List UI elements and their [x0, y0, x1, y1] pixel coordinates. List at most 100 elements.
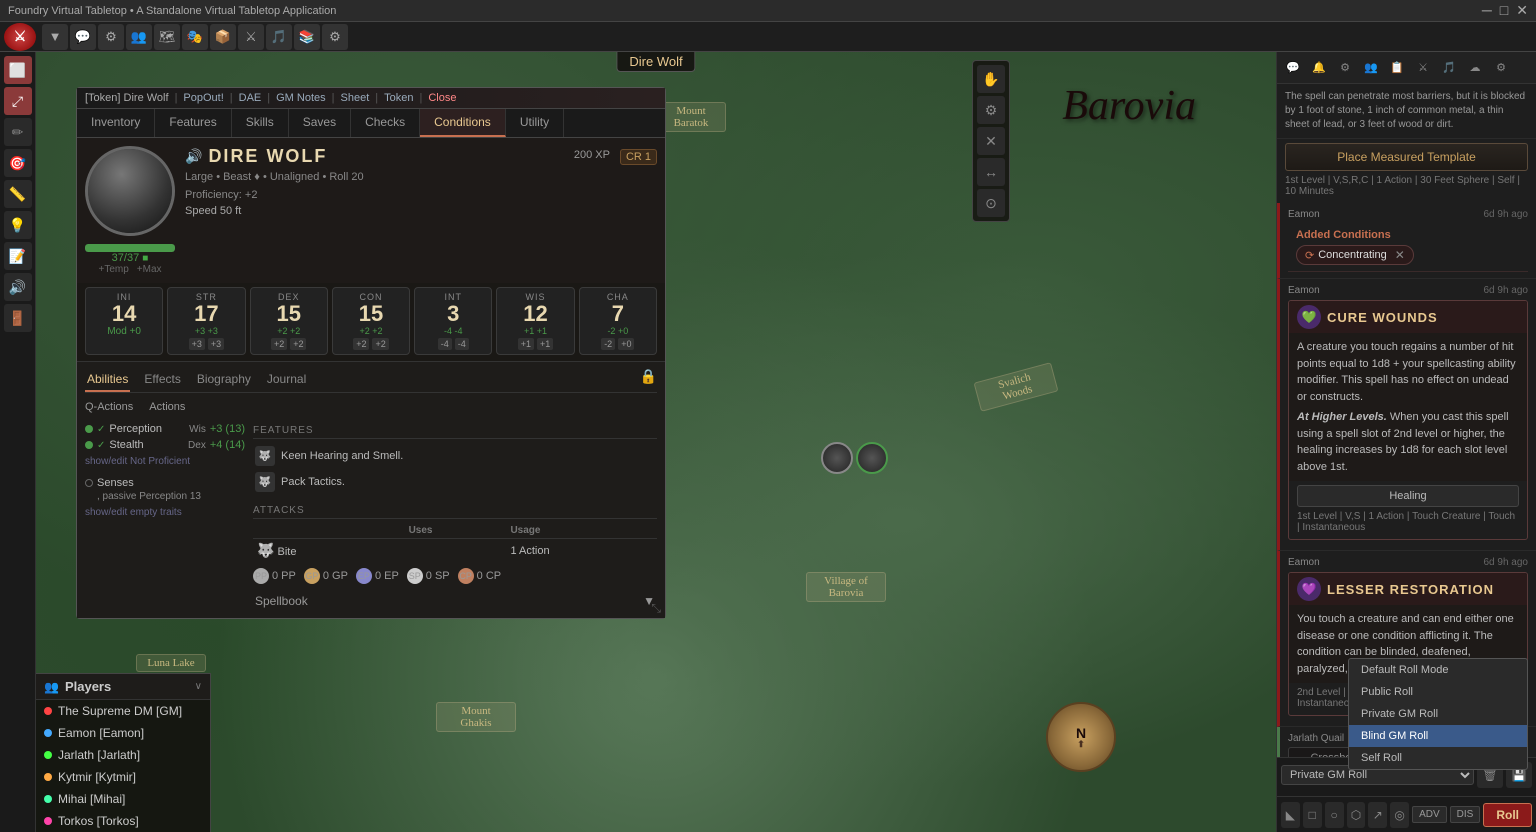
- tab-abilities[interactable]: Abilities: [85, 368, 130, 392]
- traits-link[interactable]: show/edit empty traits: [85, 507, 182, 518]
- hp-temp-label[interactable]: +Temp: [98, 264, 128, 275]
- cha-save-btn[interactable]: -2: [601, 338, 615, 350]
- nav-tab-inventory[interactable]: Inventory: [77, 109, 155, 137]
- sidebar-light-tool[interactable]: 💡: [4, 211, 32, 239]
- cure-wounds-header[interactable]: 💚 Cure Wounds: [1289, 301, 1527, 333]
- currency-pp[interactable]: PP 0 PP: [253, 568, 296, 584]
- perception-name[interactable]: Perception: [109, 423, 185, 435]
- sound-icon[interactable]: 🔊: [185, 148, 202, 165]
- map-tool-target[interactable]: ⊙: [977, 189, 1005, 217]
- dropdown-self-roll[interactable]: Self Roll: [1349, 747, 1527, 769]
- map-icon[interactable]: 🗺: [154, 24, 180, 50]
- right-users-btn[interactable]: 👥: [1359, 56, 1383, 80]
- popout-link[interactable]: PopOut!: [183, 92, 223, 104]
- bottom-target-btn[interactable]: ◎: [1390, 802, 1409, 828]
- dropdown-public-roll[interactable]: Public Roll: [1349, 681, 1527, 703]
- roll-button[interactable]: Roll: [1483, 803, 1532, 827]
- players-header[interactable]: 👥 Players ∨: [36, 674, 210, 700]
- str-save-btn[interactable]: +3: [189, 338, 205, 350]
- dex-save-btn[interactable]: +2: [271, 338, 287, 350]
- right-notifications-btn[interactable]: 🔔: [1307, 56, 1331, 80]
- right-scenes-btn[interactable]: 📋: [1385, 56, 1409, 80]
- currency-cp[interactable]: CP 0 CP: [458, 568, 501, 584]
- map-tool-arrows[interactable]: ↔: [977, 158, 1005, 186]
- right-playlists-btn[interactable]: 🎵: [1437, 56, 1461, 80]
- feature-row-pack[interactable]: 🐺 Pack Tactics.: [253, 469, 657, 495]
- healing-button[interactable]: Healing: [1297, 485, 1519, 507]
- dropdown-default-roll[interactable]: Default Roll Mode: [1349, 659, 1527, 681]
- spellbook-header[interactable]: Spellbook ▼: [253, 590, 657, 612]
- nav-tab-features[interactable]: Features: [155, 109, 231, 137]
- users-icon[interactable]: 👥: [126, 24, 152, 50]
- dropdown-private-gm-roll[interactable]: Private GM Roll: [1349, 703, 1527, 725]
- stealth-name[interactable]: Stealth: [109, 439, 184, 451]
- nav-tab-saves[interactable]: Saves: [289, 109, 351, 137]
- bottom-triangle-btn[interactable]: ◣: [1281, 802, 1300, 828]
- not-proficient-link[interactable]: show/edit Not Proficient: [85, 456, 190, 467]
- q-actions-header[interactable]: Q-Actions: [85, 401, 133, 413]
- settings2-icon[interactable]: ⚙: [322, 24, 348, 50]
- char-portrait[interactable]: [85, 146, 175, 236]
- sheet-link[interactable]: Sheet: [341, 92, 370, 104]
- tab-journal[interactable]: Journal: [265, 368, 308, 392]
- sidebar-measure-tool[interactable]: 📏: [4, 180, 32, 208]
- place-measured-template-button[interactable]: Place Measured Template: [1285, 143, 1528, 171]
- sidebar-sound-tool[interactable]: 🔊: [4, 273, 32, 301]
- token-link[interactable]: Token: [384, 92, 413, 104]
- lock-icon[interactable]: 🔒: [640, 368, 657, 392]
- app-logo[interactable]: ⚔: [4, 23, 36, 51]
- combat-icon[interactable]: ⚔: [238, 24, 264, 50]
- attack-row-bite[interactable]: 🐺 Bite 1 Action: [253, 539, 657, 563]
- con-save-btn[interactable]: +2: [353, 338, 369, 350]
- wis-check-btn[interactable]: +1: [537, 338, 553, 350]
- sidebar-draw-tool[interactable]: ✏: [4, 118, 32, 146]
- close-button[interactable]: ✕: [1516, 2, 1528, 19]
- bottom-polygon-btn[interactable]: ⬡: [1347, 802, 1366, 828]
- right-gear-btn[interactable]: ⚙: [1489, 56, 1513, 80]
- gm-notes-link[interactable]: GM Notes: [276, 92, 326, 104]
- int-check-btn[interactable]: -4: [455, 338, 469, 350]
- right-items-btn[interactable]: ⚔: [1411, 56, 1435, 80]
- map-area[interactable]: Barovia MountBaratok Village ofBarovia L…: [36, 52, 1276, 832]
- stat-con[interactable]: Con 15 +2 +2 +2 +2: [332, 287, 410, 355]
- sidebar-target-tool[interactable]: 🎯: [4, 149, 32, 177]
- dex-check-btn[interactable]: +2: [290, 338, 306, 350]
- nav-tab-conditions[interactable]: Conditions: [420, 109, 506, 137]
- currency-gp[interactable]: GP 0 GP: [304, 568, 348, 584]
- close-link[interactable]: Close: [428, 92, 456, 104]
- dae-link[interactable]: DAE: [239, 92, 262, 104]
- str-check-btn[interactable]: +3: [208, 338, 224, 350]
- minimize-button[interactable]: ─: [1482, 2, 1492, 19]
- actions-header[interactable]: Actions: [149, 401, 185, 413]
- currency-sp[interactable]: SP 0 SP: [407, 568, 450, 584]
- right-chat-btn[interactable]: 💬: [1281, 56, 1305, 80]
- settings-icon[interactable]: ⚙: [98, 24, 124, 50]
- right-cloud-btn[interactable]: ☁: [1463, 56, 1487, 80]
- bottom-square-btn[interactable]: □: [1303, 802, 1322, 828]
- condition-remove-btn[interactable]: ✕: [1395, 248, 1405, 262]
- currency-ep[interactable]: EP 0 EP: [356, 568, 399, 584]
- disadvantage-button[interactable]: DIS: [1450, 806, 1481, 823]
- stat-str[interactable]: Str 17 +3 +3 +3 +3: [167, 287, 245, 355]
- con-check-btn[interactable]: +2: [372, 338, 388, 350]
- maximize-button[interactable]: □: [1500, 2, 1508, 19]
- scenes-icon[interactable]: 🎭: [182, 24, 208, 50]
- int-save-btn[interactable]: -4: [438, 338, 452, 350]
- map-tool-cursor[interactable]: ✋: [977, 65, 1005, 93]
- advantage-button[interactable]: ADV: [1412, 806, 1447, 823]
- stat-cha[interactable]: Cha 7 -2 +0 -2 +0: [579, 287, 657, 355]
- lesser-restoration-header[interactable]: 💜 Lesser Restoration: [1289, 573, 1527, 605]
- nav-tab-utility[interactable]: Utility: [506, 109, 564, 137]
- bottom-circle-btn[interactable]: ○: [1325, 802, 1344, 828]
- sidebar-expand-tool[interactable]: ⤢: [4, 87, 32, 115]
- sidebar-notes-tool[interactable]: 📝: [4, 242, 32, 270]
- resize-handle[interactable]: ⤡: [651, 601, 661, 616]
- items-icon[interactable]: 📦: [210, 24, 236, 50]
- dropdown-blind-gm-roll[interactable]: Blind GM Roll: [1349, 725, 1527, 747]
- stat-int[interactable]: Int 3 -4 -4 -4 -4: [414, 287, 492, 355]
- stat-dex[interactable]: Dex 15 +2 +2 +2 +2: [250, 287, 328, 355]
- nav-tab-skills[interactable]: Skills: [232, 109, 289, 137]
- feature-row-keen[interactable]: 🐺 Keen Hearing and Smell.: [253, 443, 657, 469]
- playlists-icon[interactable]: 🎵: [266, 24, 292, 50]
- stat-wis[interactable]: Wis 12 +1 +1 +1 +1: [496, 287, 574, 355]
